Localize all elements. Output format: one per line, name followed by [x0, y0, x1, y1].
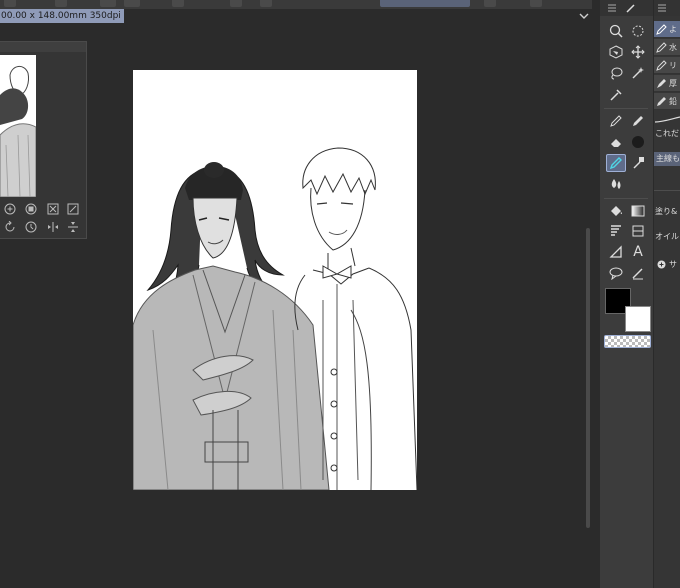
panel-divider[interactable]	[592, 0, 600, 588]
navigator-title-bar[interactable]	[0, 42, 86, 52]
pen-icon	[656, 24, 667, 35]
panel-separator	[654, 190, 680, 191]
command-bar	[0, 0, 600, 9]
frame-tool-icon[interactable]	[628, 222, 648, 240]
sub-tool-item[interactable]: 厚	[654, 75, 680, 92]
eyedropper-icon[interactable]	[606, 86, 626, 104]
sub-tool-item[interactable]: 鉛	[654, 93, 680, 110]
sub-tool-label: 厚	[669, 78, 677, 88]
eraser-tool-icon[interactable]	[606, 133, 626, 151]
sub-panel-label: オイル	[655, 232, 679, 241]
zoom-in-icon[interactable]	[3, 202, 17, 216]
tab-row: 00.00 x 148.00mm 350dpi 57.8%)	[0, 9, 600, 23]
rotate-icon[interactable]	[3, 220, 17, 234]
transparent-color-swatch[interactable]	[604, 335, 651, 348]
airbrush-tool-icon[interactable]	[628, 133, 648, 151]
correct-line-tool-icon[interactable]	[628, 264, 648, 282]
sub-panel-label: 塗り&	[655, 207, 678, 216]
pencil-tool-icon[interactable]	[628, 112, 648, 130]
pen-icon	[656, 42, 667, 53]
add-label: サ	[669, 259, 677, 269]
canvas-paper[interactable]	[133, 70, 417, 490]
sub-color-swatch[interactable]	[625, 306, 651, 332]
blend-tool-icon[interactable]	[606, 175, 626, 193]
rotate-tool-icon[interactable]	[628, 22, 648, 40]
sub-tool-header	[654, 0, 680, 16]
sub-tool-item[interactable]: リ	[654, 57, 680, 74]
flip-horizontal-icon[interactable]	[46, 220, 60, 234]
actual-size-icon[interactable]	[24, 202, 38, 216]
g-pen-tool-icon[interactable]	[606, 154, 626, 172]
command-button[interactable]	[260, 0, 272, 7]
sub-tool-label: 水	[669, 42, 677, 52]
menu-icon[interactable]	[608, 4, 616, 12]
brush-tab-icon[interactable]	[626, 3, 636, 13]
zoom-tool-icon[interactable]	[606, 22, 626, 40]
scrollbar-thumb[interactable]	[586, 228, 590, 528]
pencil-icon	[657, 97, 666, 106]
undo-button[interactable]	[100, 0, 116, 7]
sub-tool-label: 鉛	[669, 96, 677, 106]
navigator-preview[interactable]	[0, 55, 36, 197]
vertical-scrollbar[interactable]	[584, 23, 592, 588]
redo-button[interactable]	[124, 0, 140, 7]
tool-separator	[604, 198, 648, 199]
move-tool-icon[interactable]	[628, 43, 648, 61]
figure-tool-icon[interactable]	[606, 222, 626, 240]
sub-tool-item[interactable]: 水	[654, 39, 680, 56]
menu-icon[interactable]	[658, 4, 666, 12]
text-tool-glyph: A	[633, 244, 643, 260]
selection-launcher-button[interactable]	[380, 0, 470, 7]
fit-navigator-icon[interactable]	[66, 202, 80, 216]
decoration-tool-icon[interactable]	[628, 154, 648, 172]
command-button[interactable]	[484, 0, 496, 7]
brush-stroke-preview	[655, 116, 680, 123]
sub-tool-label: リ	[669, 60, 677, 70]
tool-separator	[604, 108, 648, 109]
command-button[interactable]	[4, 0, 16, 7]
lasso-select-icon[interactable]	[606, 64, 626, 82]
tool-description: これだ	[655, 129, 679, 138]
fit-to-window-icon[interactable]	[46, 202, 60, 216]
balloon-tool-icon[interactable]	[606, 264, 626, 282]
ruler-tool-icon[interactable]	[606, 243, 626, 261]
document-tab[interactable]: 00.00 x 148.00mm 350dpi 57.8%)	[0, 9, 124, 23]
text-tool-icon[interactable]: A	[628, 243, 648, 261]
gradient-tool-icon[interactable]	[628, 202, 648, 220]
marker-icon	[657, 79, 666, 88]
chevron-down-icon[interactable]	[578, 10, 590, 22]
fill-tool-icon[interactable]	[606, 202, 626, 220]
command-button[interactable]	[172, 0, 184, 7]
add-button[interactable]: サ	[657, 258, 680, 270]
flip-vertical-icon[interactable]	[66, 220, 80, 234]
magic-wand-icon[interactable]	[628, 64, 648, 82]
reset-rotation-icon[interactable]	[24, 220, 38, 234]
navigator-panel	[0, 41, 87, 239]
command-button[interactable]	[230, 0, 242, 7]
command-button[interactable]	[55, 0, 67, 7]
sub-tool-item[interactable]: よ	[654, 21, 680, 38]
plus-icon	[657, 260, 666, 268]
lineart-illustration	[133, 147, 417, 490]
pen-tool-icon[interactable]	[606, 112, 626, 130]
tool-panel-header	[600, 0, 653, 16]
command-button[interactable]	[530, 0, 542, 7]
pen-icon	[656, 60, 667, 71]
sub-tool-label: よ	[669, 24, 677, 34]
object-tool-icon[interactable]	[606, 43, 626, 61]
preset-label[interactable]: 主線も	[654, 152, 680, 166]
